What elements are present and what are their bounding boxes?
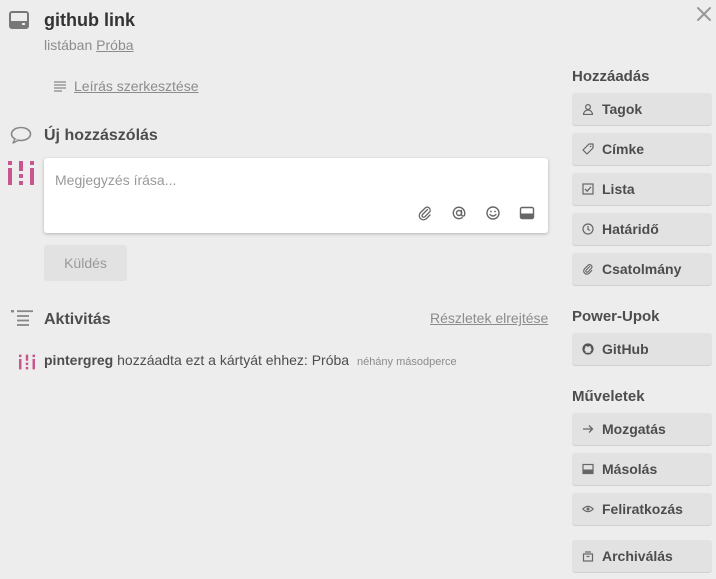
add-section-title: Hozzáadás [572, 68, 650, 85]
activity-user[interactable]: pintergreg [44, 352, 113, 368]
edit-description-button[interactable]: Leírás szerkesztése [54, 76, 199, 96]
activity-icon [11, 310, 33, 326]
actions-section-title: Műveletek [572, 388, 645, 405]
archive-label: Archiválás [602, 548, 673, 564]
activity-title: Aktivitás [44, 311, 111, 328]
label-icon [582, 143, 594, 155]
card-link-icon[interactable] [519, 205, 535, 221]
eye-icon [582, 503, 594, 515]
members-label: Tagok [602, 101, 643, 117]
close-icon[interactable] [694, 4, 714, 24]
comment-input[interactable] [44, 158, 548, 202]
mention-icon[interactable] [451, 205, 467, 221]
move-button[interactable]: Mozgatás [572, 413, 712, 445]
archive-button[interactable]: Archiválás [572, 540, 712, 572]
activity-text: hozzáadta ezt a kártyát ehhez: Próba [117, 352, 350, 368]
github-button[interactable]: GitHub [572, 333, 712, 365]
clock-icon [582, 223, 594, 235]
due-date-label: Határidő [602, 221, 659, 237]
labels-button[interactable]: Címke [572, 133, 712, 165]
activity-avatar[interactable] [19, 354, 35, 370]
copy-button[interactable]: Másolás [572, 453, 712, 485]
move-label: Mozgatás [602, 421, 666, 437]
list-info: listában Próba [44, 37, 134, 53]
attachment-button[interactable]: Csatolmány [572, 253, 712, 285]
powerups-section-title: Power-Upok [572, 308, 660, 325]
comment-icon [10, 126, 32, 144]
list-link[interactable]: Próba [96, 37, 133, 53]
attachment-icon[interactable] [417, 205, 433, 221]
send-button[interactable]: Küldés [44, 245, 127, 281]
paperclip-icon [582, 263, 594, 275]
description-icon [54, 80, 66, 92]
github-icon [582, 343, 594, 355]
new-comment-title: Új hozzászólás [44, 127, 158, 144]
comment-box [44, 158, 548, 233]
card-icon [582, 463, 594, 475]
card-icon [9, 11, 29, 29]
activity-item: pintergreg hozzáadta ezt a kártyát ehhez… [44, 352, 457, 368]
members-button[interactable]: Tagok [572, 93, 712, 125]
hide-details-link[interactable]: Részletek elrejtése [430, 310, 548, 326]
labels-label: Címke [602, 141, 645, 157]
edit-description-label: Leírás szerkesztése [74, 78, 199, 94]
archive-icon [582, 550, 594, 562]
arrow-right-icon [582, 423, 594, 435]
attachment-label: Csatolmány [602, 261, 682, 277]
emoji-icon[interactable] [485, 205, 501, 221]
subscribe-label: Feliratkozás [602, 501, 683, 517]
activity-time[interactable]: néhány másodperce [357, 356, 457, 368]
copy-label: Másolás [602, 461, 658, 477]
due-date-button[interactable]: Határidő [572, 213, 712, 245]
subscribe-button[interactable]: Feliratkozás [572, 493, 712, 525]
checklist-icon [582, 183, 594, 195]
checklist-label: Lista [602, 181, 635, 197]
card-title: github link [44, 10, 135, 30]
avatar[interactable] [8, 160, 34, 186]
github-label: GitHub [602, 341, 649, 357]
person-icon [582, 103, 594, 115]
list-prefix: listában [44, 37, 93, 53]
checklist-button[interactable]: Lista [572, 173, 712, 205]
